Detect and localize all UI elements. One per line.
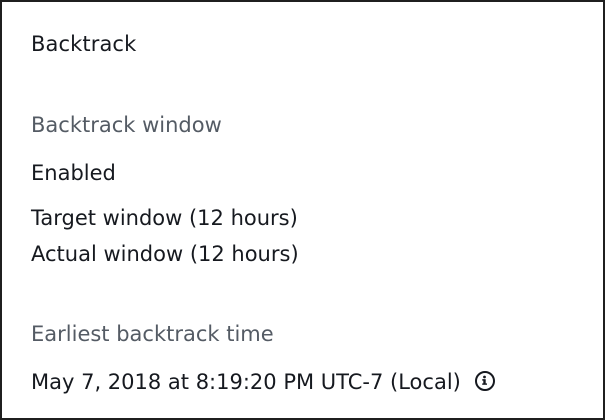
info-icon[interactable]: [474, 371, 495, 391]
earliest-backtrack-time-value: May 7, 2018 at 8:19:20 PM UTC-7 (Local): [31, 370, 461, 394]
actual-window-value: Actual window (12 hours): [31, 242, 299, 266]
info-icon-glyph: [482, 375, 487, 385]
earliest-backtrack-time-label: Earliest backtrack time: [31, 322, 274, 346]
earliest-backtrack-time-row: May 7, 2018 at 8:19:20 PM UTC-7 (Local): [31, 368, 495, 396]
backtrack-panel: Backtrack Backtrack window Enabled Targe…: [0, 0, 605, 420]
target-window-value: Target window (12 hours): [31, 206, 298, 230]
panel-title: Backtrack: [31, 32, 137, 56]
backtrack-window-label: Backtrack window: [31, 113, 222, 137]
backtrack-status-value: Enabled: [31, 161, 116, 185]
